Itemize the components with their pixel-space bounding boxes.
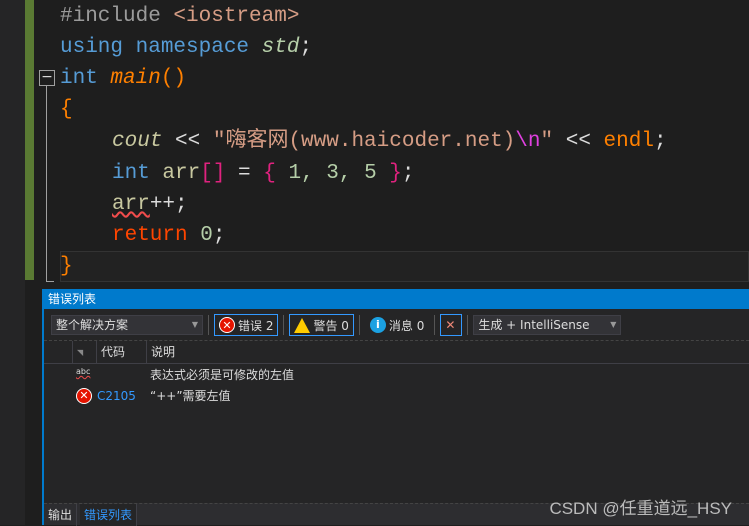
string-literal: "嗨客网(www.haicoder.net) <box>212 130 516 153</box>
semicolon: ; <box>401 162 415 185</box>
error-list-toolbar: 整个解决方案 ▼ ✕ 错误 2 警告 0 i 消息 0 ✕ 生成 + IntelliS… <box>44 311 749 339</box>
warnings-filter-button[interactable]: 警告 0 <box>289 314 354 336</box>
brackets: [] <box>200 162 226 185</box>
current-line-highlight <box>60 251 749 282</box>
include-directive: #include <box>60 5 174 28</box>
semicolon: ; <box>299 36 313 59</box>
function-name: main <box>110 67 161 90</box>
scope-dropdown[interactable]: 整个解决方案 ▼ <box>51 315 203 335</box>
cout: cout <box>112 130 163 153</box>
error-description: “++”需要左值 <box>150 389 231 403</box>
divider <box>434 315 436 335</box>
keyword: int <box>60 67 111 90</box>
operator: ++; <box>149 193 188 216</box>
code-line-6: int arr[] = { 1, 3, 5 }; <box>112 158 415 189</box>
error-squiggle-variable[interactable]: arr <box>112 193 150 216</box>
tab-output[interactable]: 输出 <box>44 504 78 526</box>
error-list-panel: 错误列表 整个解决方案 ▼ ✕ 错误 2 警告 0 i 消息 0 ✕ 生成 + Int… <box>42 289 749 526</box>
warning-icon <box>294 317 311 333</box>
column-code[interactable]: 代码 <box>96 341 146 364</box>
fold-guide-end <box>46 281 54 282</box>
operator: << <box>162 130 213 153</box>
divider <box>467 315 469 335</box>
messages-label: 消息 0 <box>388 318 425 333</box>
brace: } <box>389 162 402 185</box>
parens: () <box>160 67 187 90</box>
scope-value: 整个解决方案 <box>56 318 129 332</box>
code-line-7: arr++; <box>112 189 188 220</box>
namespace: std <box>261 36 300 59</box>
divider <box>208 315 209 335</box>
error-row[interactable]: ✕ C2105 “++”需要左值 <box>44 386 749 407</box>
number: 0 <box>200 224 213 247</box>
panel-title[interactable]: 错误列表 <box>44 289 749 309</box>
info-icon: i <box>369 317 386 333</box>
numbers: 1, 3, 5 <box>275 162 390 185</box>
messages-filter-button[interactable]: i 消息 0 <box>365 314 429 336</box>
code-editor[interactable]: − #include <iostream> using namespace st… <box>25 0 749 287</box>
code-line-9: } <box>60 255 73 278</box>
collapse-icon[interactable]: − <box>39 70 55 86</box>
chevron-down-icon: ▼ <box>610 320 617 329</box>
code-line-2: using namespace std; <box>60 32 312 63</box>
divider <box>358 315 360 335</box>
endl: endl <box>603 130 654 153</box>
chevron-down-icon: ▼ <box>191 320 198 329</box>
escape-sequence: \n <box>515 130 541 153</box>
filter-clear-icon: ✕ <box>445 318 456 332</box>
warnings-label: 警告 0 <box>313 318 349 333</box>
code-line-5: cout << "嗨客网(www.haicoder.net)\n" << end… <box>112 126 667 157</box>
string-quote: " <box>540 130 554 153</box>
fold-guide <box>46 86 47 282</box>
operator: = <box>225 162 264 185</box>
error-code-link[interactable]: C2105 <box>97 386 136 407</box>
variable: arr <box>162 162 201 185</box>
semicolon: ; <box>212 224 226 247</box>
tab-error-list[interactable]: 错误列表 <box>80 504 138 526</box>
watermark: CSDN @任重道远_HSY <box>549 499 732 518</box>
source-value: 生成 + IntelliSense <box>478 318 590 332</box>
divider <box>283 315 285 335</box>
column-header-row: ◥ 代码 说明 <box>44 340 749 364</box>
errors-filter-button[interactable]: ✕ 错误 2 <box>214 314 279 336</box>
error-icon: ✕ <box>219 317 235 333</box>
include-header: <iostream> <box>173 5 300 28</box>
column-description[interactable]: 说明 <box>146 341 749 364</box>
semicolon: ; <box>653 130 667 153</box>
operator: << <box>553 130 604 153</box>
keyword: return <box>112 224 201 247</box>
error-row[interactable]: abc 表达式必须是可修改的左值 <box>44 365 749 386</box>
error-description: 表达式必须是可修改的左值 <box>150 368 295 382</box>
spell-squiggle-icon: abc <box>76 367 91 376</box>
change-indicator-bar <box>25 0 34 280</box>
errors-label: 错误 2 <box>238 318 274 333</box>
brace: { <box>263 162 276 185</box>
clear-filter-button[interactable]: ✕ <box>440 314 463 336</box>
left-margin <box>0 0 25 525</box>
code-line-3: int main() <box>60 63 186 94</box>
code-line-8: return 0; <box>112 220 225 251</box>
code-line-4: { <box>60 98 73 121</box>
code-line-1: #include <iostream> <box>60 1 299 32</box>
keyword: using namespace <box>60 36 262 59</box>
keyword: int <box>112 162 163 185</box>
error-icon: ✕ <box>76 388 92 404</box>
source-dropdown[interactable]: 生成 + IntelliSense ▼ <box>473 315 622 335</box>
